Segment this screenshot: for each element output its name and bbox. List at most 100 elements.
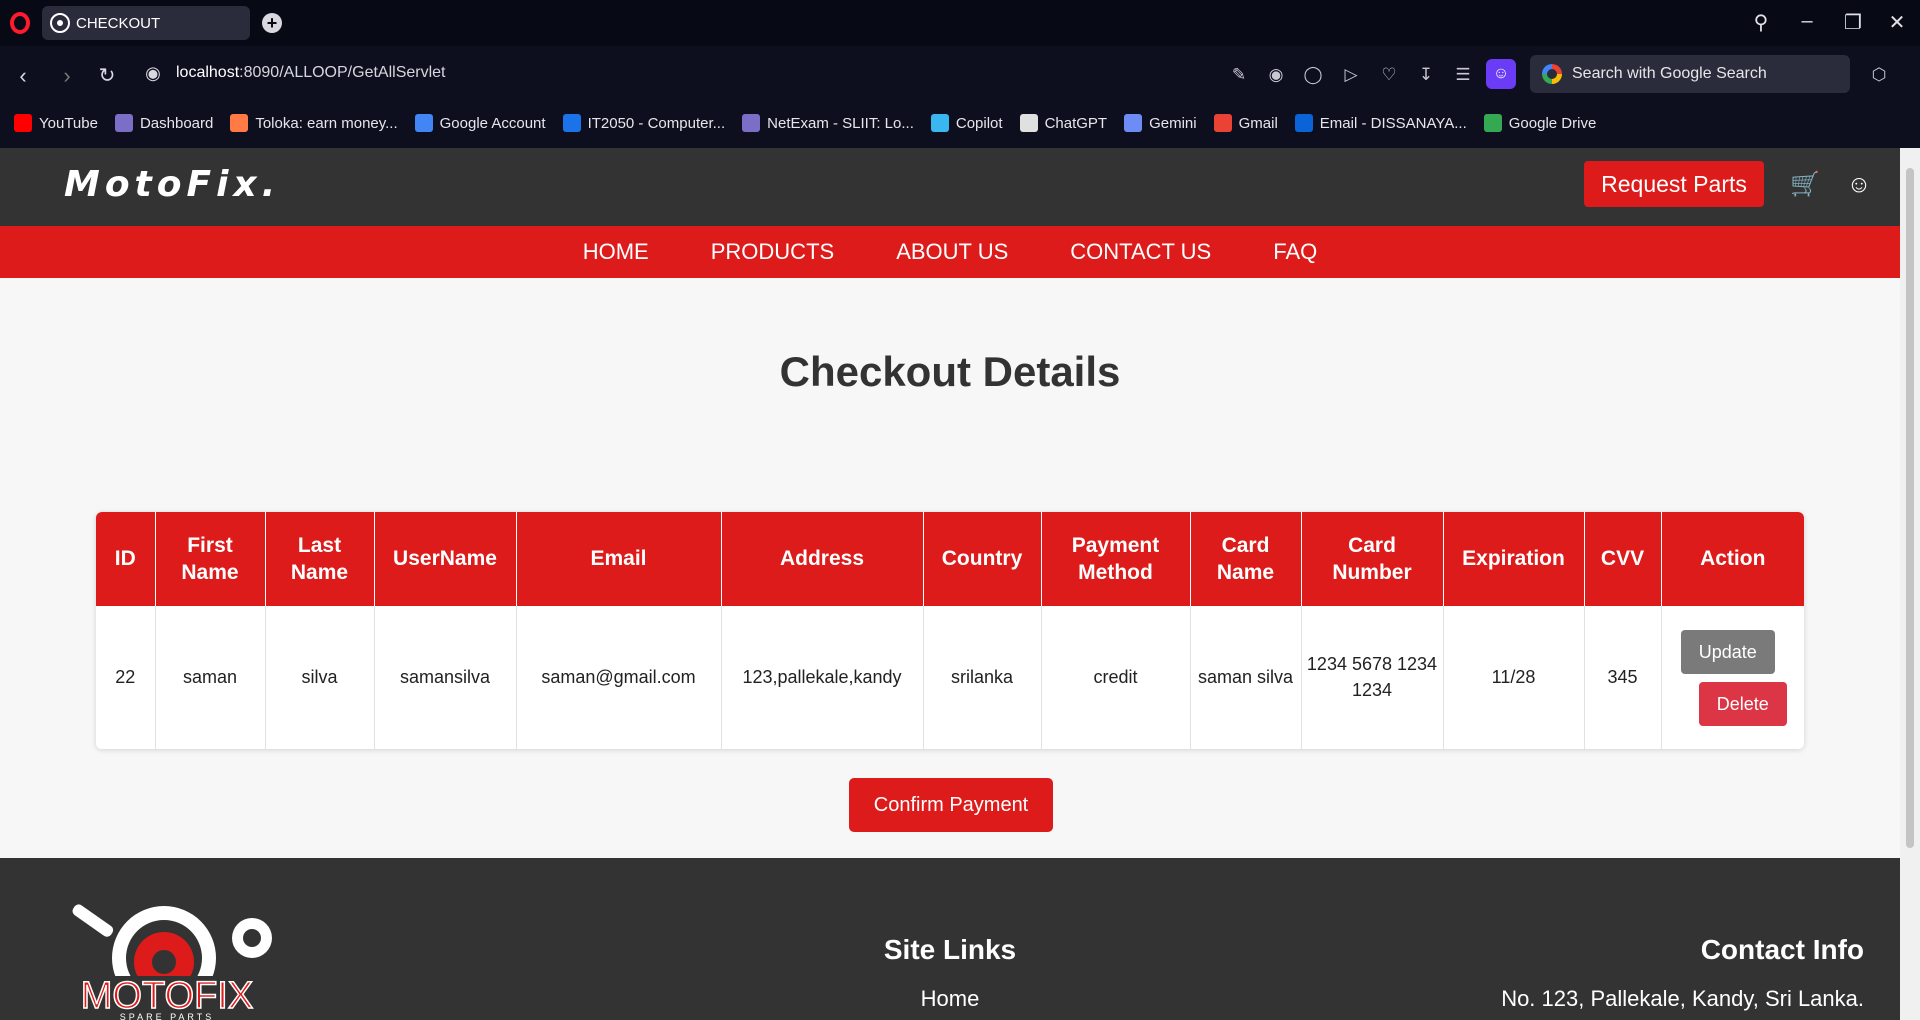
cell-card-name: saman silva xyxy=(1190,606,1302,749)
contact-info-title: Contact Info xyxy=(1700,934,1864,965)
checkout-table: ID First Name Last Name UserName Email A… xyxy=(96,512,1804,749)
cell-first-name: saman xyxy=(155,606,266,749)
cell-address: 123,pallekale,kandy xyxy=(721,606,924,749)
bookmark-item[interactable]: Gemini xyxy=(1124,114,1197,132)
url-field[interactable]: localhost:8090/ALLOOP/GetAllServlet xyxy=(176,64,445,82)
bookmark-label: Toloka: earn money... xyxy=(255,114,398,132)
browser-chrome: CHECKOUT + ⚲ – ❐ ✕ ‹ › ↻ ◉ localhost:809… xyxy=(0,0,1920,148)
cell-expiration: 11/28 xyxy=(1443,606,1585,749)
edit-icon[interactable]: ✎ xyxy=(1228,64,1250,86)
forward-icon[interactable]: › xyxy=(54,63,80,89)
nav-about-us[interactable]: ABOUT US xyxy=(896,239,1008,265)
bookmark-item[interactable]: IT2050 - Computer... xyxy=(562,114,726,132)
nav-home[interactable]: HOME xyxy=(583,239,649,265)
cell-cvv: 345 xyxy=(1584,606,1662,749)
url-path: :8090/ALLOOP/GetAllServlet xyxy=(239,64,446,81)
tab-checkout[interactable]: CHECKOUT xyxy=(42,6,250,40)
opera-logo-icon[interactable] xyxy=(10,12,30,34)
cell-card-number: 1234 5678 1234 1234 xyxy=(1301,606,1444,749)
bookmark-favicon-icon xyxy=(1213,114,1232,132)
shield-icon[interactable]: ◯ xyxy=(1302,64,1324,86)
bookmark-item[interactable]: YouTube xyxy=(14,114,98,132)
svg-text:SPARE PARTS: SPARE PARTS xyxy=(120,1012,215,1020)
bookmark-favicon-icon xyxy=(230,114,249,132)
search-tabs-icon[interactable]: ⚲ xyxy=(1746,10,1776,35)
nav-products[interactable]: PRODUCTS xyxy=(711,239,834,265)
cell-username: samansilva xyxy=(374,606,517,749)
bookmark-label: ChatGPT xyxy=(1044,114,1108,132)
back-icon[interactable]: ‹ xyxy=(10,63,36,89)
bookmark-label: IT2050 - Computer... xyxy=(587,114,726,132)
cell-payment-method: credit xyxy=(1041,606,1191,749)
bookmark-favicon-icon xyxy=(1483,114,1502,132)
cell-action: Update Delete xyxy=(1661,606,1804,749)
col-header-id: ID xyxy=(96,512,156,606)
col-header-card-number: Card Number xyxy=(1301,512,1444,606)
bookmark-label: Dashboard xyxy=(139,114,214,132)
cell-id: 22 xyxy=(96,606,156,749)
col-header-email: Email xyxy=(516,512,722,606)
table-row: 22 saman silva samansilva saman@gmail.co… xyxy=(96,606,1804,749)
checkout-table-container: ID First Name Last Name UserName Email A… xyxy=(96,512,1804,749)
col-header-first-name: First Name xyxy=(155,512,266,606)
extensions-icon[interactable]: ⬡ xyxy=(1868,64,1890,86)
bookmark-item[interactable]: Toloka: earn money... xyxy=(230,114,398,132)
col-header-action: Action xyxy=(1661,512,1804,606)
site-links-title: Site Links xyxy=(883,934,1017,965)
update-button[interactable]: Update xyxy=(1680,629,1775,674)
profile-icon[interactable]: ☺ xyxy=(1486,59,1516,89)
bookmark-label: NetExam - SLIIT: Lo... xyxy=(767,114,914,132)
reload-icon[interactable]: ↻ xyxy=(94,63,120,88)
google-icon xyxy=(1542,64,1562,84)
bookmark-item[interactable]: NetExam - SLIIT: Lo... xyxy=(742,114,914,132)
scrollbar-thumb[interactable] xyxy=(1906,168,1914,848)
col-header-payment-method: Payment Method xyxy=(1041,512,1191,606)
site-info-icon[interactable]: ◉ xyxy=(140,63,166,84)
bookmark-item[interactable]: Google Account xyxy=(414,114,546,132)
page-title: Checkout Details xyxy=(779,348,1121,395)
bookmark-favicon-icon xyxy=(414,114,433,132)
restore-icon[interactable]: ❐ xyxy=(1838,10,1868,35)
browser-search-input[interactable]: Search with Google Search xyxy=(1530,55,1850,93)
bookmark-item[interactable]: Copilot xyxy=(930,114,1003,132)
bookmark-item[interactable]: Dashboard xyxy=(114,114,214,132)
close-icon[interactable]: ✕ xyxy=(1882,10,1912,35)
confirm-payment-button[interactable]: Confirm Payment xyxy=(849,778,1053,832)
delete-button[interactable]: Delete xyxy=(1698,681,1787,726)
request-parts-button[interactable]: Request Parts xyxy=(1584,161,1764,207)
bookmark-favicon-icon xyxy=(742,114,761,132)
cart-icon[interactable]: 🛒 xyxy=(1790,170,1820,200)
bookmarks-bar: YouTube Dashboard Toloka: earn money... Goo… xyxy=(0,106,1613,140)
bookmark-label: Copilot xyxy=(955,114,1003,132)
minimize-icon[interactable]: – xyxy=(1792,10,1822,33)
site-footer: MOTOFIX SPARE PARTS Site Links Home Cont… xyxy=(0,858,1900,1020)
bookmark-item[interactable]: ChatGPT xyxy=(1019,114,1108,132)
site-logo[interactable]: MotoFix. xyxy=(64,164,280,205)
url-host: localhost xyxy=(176,64,240,81)
tab-bar: CHECKOUT + ⚲ – ❐ ✕ xyxy=(0,0,1920,46)
footer-home-link-text[interactable]: Home xyxy=(921,986,980,1011)
send-icon[interactable]: ▷ xyxy=(1340,64,1362,86)
easy-setup-icon[interactable]: ☰ xyxy=(1452,64,1474,86)
nav-contact-us[interactable]: CONTACT US xyxy=(1070,239,1211,265)
col-header-cvv: CVV xyxy=(1584,512,1662,606)
nav-faq[interactable]: FAQ xyxy=(1273,239,1317,265)
page-scrollbar[interactable] xyxy=(1900,148,1920,1020)
bookmark-label: Google Account xyxy=(439,114,546,132)
heart-icon[interactable]: ♡ xyxy=(1378,64,1400,86)
user-account-icon[interactable]: ☺ xyxy=(1844,170,1874,200)
bookmark-item[interactable]: Gmail xyxy=(1213,114,1278,132)
camera-icon[interactable]: ◉ xyxy=(1265,64,1287,86)
bookmark-favicon-icon xyxy=(1019,114,1038,132)
tab-favicon-icon xyxy=(50,13,70,33)
bookmark-label: Email - DISSANAYA... xyxy=(1319,114,1467,132)
main-nav: HOME PRODUCTS ABOUT US CONTACT US FAQ xyxy=(0,226,1900,278)
bookmark-favicon-icon xyxy=(930,114,949,132)
bookmark-item[interactable]: Email - DISSANAYA... xyxy=(1294,114,1467,132)
bookmark-favicon-icon xyxy=(114,114,133,132)
bookmark-favicon-icon xyxy=(14,114,32,132)
bookmark-item[interactable]: Google Drive xyxy=(1483,114,1596,132)
new-tab-icon[interactable]: + xyxy=(262,13,282,33)
table-header-row: ID First Name Last Name UserName Email A… xyxy=(96,512,1804,606)
download-icon[interactable]: ↧ xyxy=(1415,64,1437,86)
